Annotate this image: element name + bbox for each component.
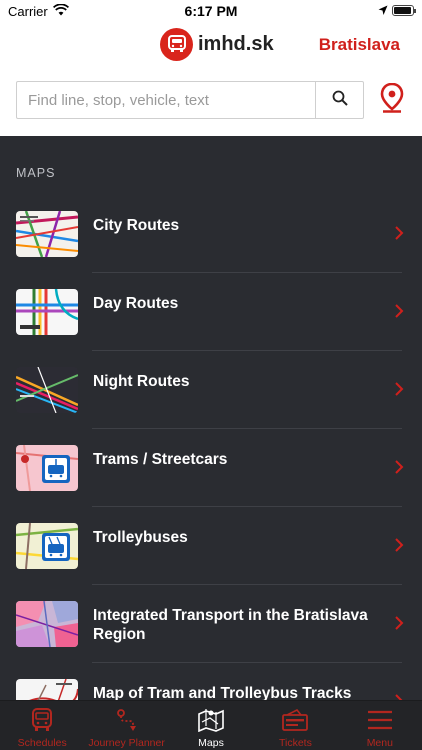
tab-label: Journey Planner <box>88 737 165 749</box>
maps-list: City Routes Day Routes Night Routes Tram… <box>0 195 422 700</box>
tab-bar: Schedules Journey Planner Maps Tickets M… <box>0 700 422 750</box>
list-item-day-routes[interactable]: Day Routes <box>0 273 422 351</box>
logo-bus-icon <box>160 27 193 61</box>
list-item-label: Day Routes <box>93 295 179 312</box>
trolleybuses-thumbnail <box>16 523 78 569</box>
tab-label: Schedules <box>17 737 67 749</box>
day-routes-thumbnail <box>16 289 78 335</box>
tab-schedules[interactable]: Schedules <box>0 701 84 750</box>
section-title: MAPS <box>16 166 56 180</box>
battery-icon <box>392 5 416 16</box>
chevron-right-icon <box>394 303 404 319</box>
tracks-thumbnail <box>16 679 78 700</box>
search-input[interactable] <box>17 82 315 118</box>
search-button[interactable] <box>315 82 363 118</box>
list-item-trams[interactable]: Trams / Streetcars <box>0 429 422 507</box>
chevron-right-icon <box>394 693 404 700</box>
logo[interactable]: imhd.sk <box>160 27 274 61</box>
clock: 6:17 PM <box>184 3 238 19</box>
list-item-integrated-transport[interactable]: Integrated Transport in the Bratislava R… <box>0 585 422 663</box>
logo-text: imhd.sk <box>198 32 274 55</box>
route-icon <box>113 707 141 733</box>
tab-label: Maps <box>198 737 224 749</box>
bus-icon <box>28 707 56 733</box>
app-header: imhd.sk Bratislava <box>0 22 422 136</box>
tab-tickets[interactable]: Tickets <box>253 701 337 750</box>
list-item-label: Night Routes <box>93 373 190 390</box>
list-item-city-routes[interactable]: City Routes <box>0 195 422 273</box>
list-item-label: City Routes <box>93 217 180 234</box>
trams-thumbnail <box>16 445 78 491</box>
tab-journey-planner[interactable]: Journey Planner <box>84 701 168 750</box>
app-screen: Carrier 6:17 PM imhd.sk Bratislava Find … <box>0 0 422 750</box>
list-item-tracks[interactable]: Map of Tram and Trolleybus Tracks <box>0 663 422 700</box>
chevron-right-icon <box>394 615 404 631</box>
night-routes-thumbnail <box>16 367 78 413</box>
list-item-night-routes[interactable]: Night Routes <box>0 351 422 429</box>
map-icon <box>197 707 225 733</box>
tab-label: Tickets <box>278 737 312 749</box>
list-item-label: Integrated Transport in the Bratislava R… <box>93 607 368 643</box>
location-arrow-icon <box>378 4 388 19</box>
nearby-stops-button[interactable] <box>379 82 405 118</box>
location-pin-icon <box>380 82 404 118</box>
tab-menu[interactable]: Menu <box>338 701 422 750</box>
list-item-label: Trolleybuses <box>93 529 188 546</box>
tab-label: Menu <box>366 737 393 749</box>
integrated-transport-thumbnail <box>16 601 78 647</box>
list-item-trolleybuses[interactable]: Trolleybuses <box>0 507 422 585</box>
chevron-right-icon <box>394 459 404 475</box>
chevron-right-icon <box>394 381 404 397</box>
chevron-right-icon <box>394 225 404 241</box>
ticket-icon <box>281 707 309 733</box>
city-routes-thumbnail <box>16 211 78 257</box>
tab-maps[interactable]: Maps <box>169 701 253 750</box>
maps-screen: MAPS City Routes Day Routes Night Routes… <box>0 136 422 700</box>
list-item-label: Trams / Streetcars <box>93 451 228 468</box>
search-box <box>16 81 364 119</box>
status-bar: Carrier 6:17 PM <box>0 0 422 22</box>
city-selector[interactable]: Bratislava <box>319 35 400 55</box>
menu-icon <box>366 707 394 733</box>
list-item-label: Map of Tram and Trolleybus Tracks <box>93 685 352 700</box>
chevron-right-icon <box>394 537 404 553</box>
search-icon <box>332 90 348 111</box>
